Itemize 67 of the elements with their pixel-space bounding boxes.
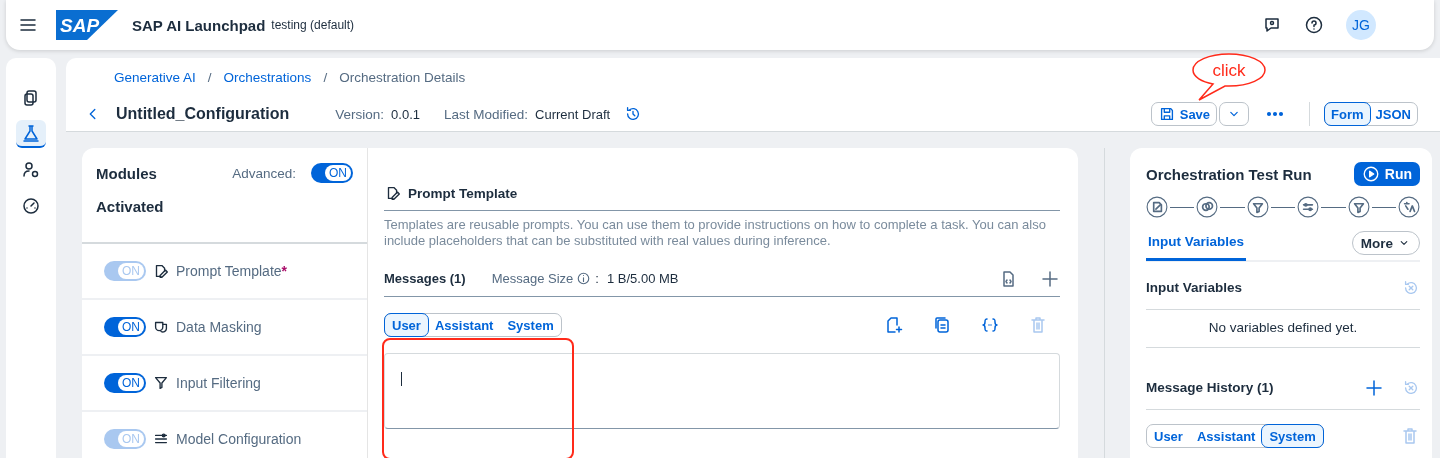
description-text: Templates are reusable prompts. You can use them to provide instructions on how to complete a task. You can also include placeholders that can be substituted with real values during inference. [384, 217, 1047, 249]
version-value: 0.0.1 [391, 106, 420, 122]
pipeline-step-icon[interactable] [1398, 196, 1421, 218]
play-icon [1361, 165, 1380, 183]
message-input-field[interactable] [384, 353, 1060, 429]
filter-icon [152, 374, 170, 392]
version-label: Version: [335, 106, 385, 122]
messages-heading: Messages (1) [384, 271, 466, 286]
pipeline-step-icon[interactable] [1347, 196, 1370, 218]
flask-icon [21, 123, 41, 143]
role-toggle[interactable]: Assistant [1189, 425, 1263, 447]
section-heading: Input Variables [1146, 280, 1243, 295]
breadcrumb-separator: / [323, 69, 328, 85]
add-icon[interactable] [1040, 268, 1060, 289]
modules-heading: Modules [96, 164, 157, 182]
size-separator: : [595, 271, 599, 286]
role-toggle[interactable]: System [1262, 425, 1323, 447]
tenant-label: testing (default) [271, 18, 355, 32]
modified-label: Last Modified: [444, 106, 529, 122]
pipeline-step-icon[interactable] [1297, 196, 1320, 218]
app-title: SAP AI Launchpad [132, 16, 266, 34]
chat-person-icon[interactable] [1262, 15, 1282, 35]
module-label: Prompt Template* [176, 263, 288, 279]
gauge-icon [21, 196, 41, 216]
user-avatar[interactable]: JG [1346, 10, 1376, 40]
panel-title: Orchestration Test Run [1146, 165, 1312, 183]
breadcrumb-link[interactable]: Generative AI [114, 69, 196, 85]
breadcrumb-link[interactable]: Orchestrations [223, 69, 312, 85]
braces-icon[interactable] [980, 315, 1000, 335]
add-document-icon[interactable] [884, 315, 904, 335]
save-button[interactable]: Save [1150, 102, 1218, 126]
text-cursor [401, 372, 402, 386]
section-heading: Prompt Template [408, 185, 518, 201]
pipeline-step-icon[interactable] [1146, 196, 1168, 218]
modified-value: Current Draft [535, 106, 611, 122]
role-toggle[interactable]: Assistant [427, 314, 501, 336]
role-toggle[interactable]: System [500, 314, 561, 336]
breadcrumb-separator: / [207, 69, 212, 85]
section-heading: Message History (1) [1146, 380, 1274, 395]
user-settings-icon [21, 160, 41, 180]
module-label: Input Filtering [176, 375, 261, 391]
toggle-switch[interactable]: ON [104, 373, 146, 393]
advanced-label: Advanced: [232, 165, 296, 181]
empty-state-text: No variables defined yet. [1146, 310, 1420, 348]
logo: SAP [56, 10, 118, 40]
pipeline-step-icon[interactable] [1246, 196, 1269, 218]
view-mode-toggle[interactable]: Form [1325, 103, 1370, 125]
copy-icon[interactable] [932, 315, 952, 335]
help-icon[interactable] [1304, 15, 1324, 35]
message-size-label: Message Size [491, 271, 574, 286]
toggle-switch[interactable]: ON [104, 317, 146, 337]
section-heading: Activated [82, 184, 367, 244]
toggle-switch[interactable]: ON [311, 163, 353, 183]
breadcrumb-current: Orchestration Details [339, 69, 466, 85]
info-icon [576, 271, 592, 286]
run-button[interactable]: Run [1353, 162, 1420, 186]
more-dropdown[interactable]: More [1351, 231, 1420, 255]
view-mode-toggle[interactable]: JSON [1369, 103, 1417, 125]
message-size-value: 1 B/5.00 MB [606, 271, 679, 286]
module-label: Data Masking [176, 319, 262, 335]
configuration-title: Untitled_Configuration [116, 105, 290, 123]
tab[interactable]: Input Variables [1146, 225, 1247, 261]
module-label: Model Configuration [176, 431, 302, 447]
role-toggle[interactable]: User [385, 314, 428, 336]
pipeline-step-icon[interactable] [1196, 196, 1219, 218]
add-icon[interactable] [1364, 377, 1384, 398]
role-toggle[interactable]: User [1147, 425, 1190, 447]
